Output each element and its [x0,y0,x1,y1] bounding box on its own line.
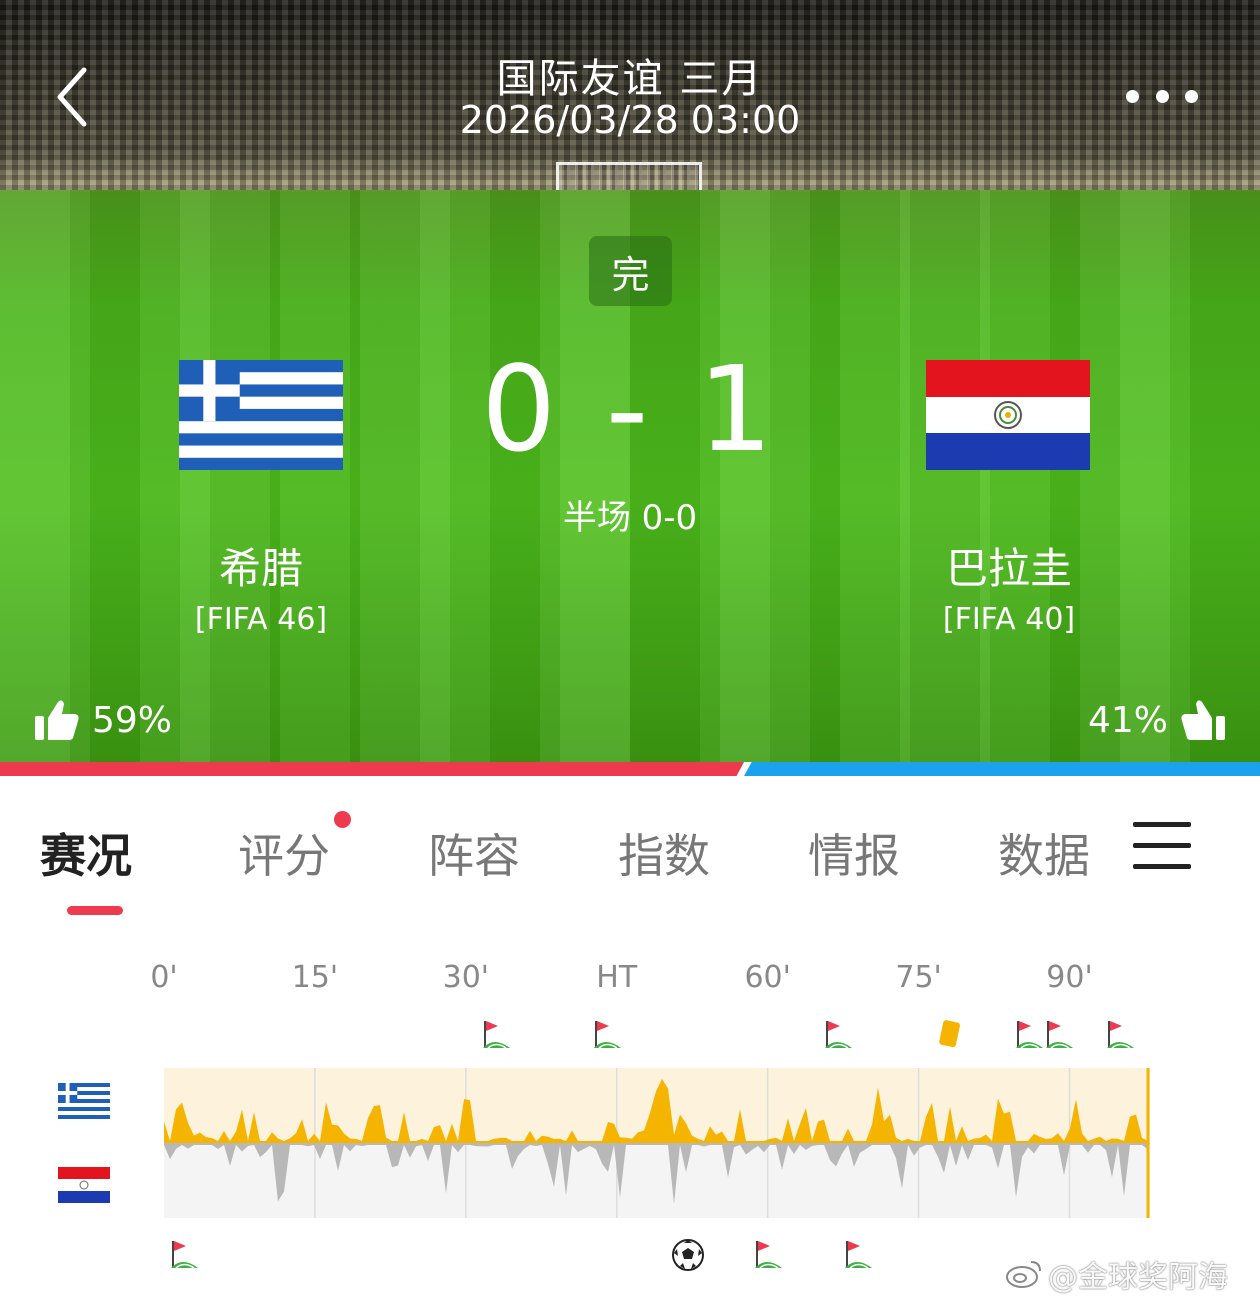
menu-button[interactable] [1133,822,1191,870]
paraguay-flag [58,1167,110,1203]
tab-bar: 赛况 评分 阵容 指数 情报 数据 [0,800,1260,910]
tab-ratings[interactable]: 评分 [238,820,330,886]
more-dot [1155,89,1169,103]
tab-lineup[interactable]: 阵容 [428,820,520,886]
away-team-name[interactable]: 巴拉圭 [859,535,1159,596]
away-vote-button[interactable]: 41% [1088,698,1226,742]
home-vote-percent: 59% [92,699,173,741]
watermark-text: @金球奖阿海 [1048,1260,1228,1295]
greece-flag [58,1083,110,1119]
away-goal-icon[interactable] [671,1238,705,1271]
home-yellow-card-icon[interactable] [933,1018,965,1050]
tab-odds[interactable]: 指数 [618,820,710,886]
home-corner-icon[interactable] [591,1018,623,1050]
score: 0 - 1 [481,340,779,478]
away-vote-percent: 41% [1087,699,1168,741]
momentum-chart[interactable] [164,1068,1150,1218]
halftime-score: 半场 0-0 [562,498,698,538]
away-corner-icon[interactable] [842,1238,874,1270]
away-team-rank: [FIFA 40] [942,602,1076,637]
vote-ratio-bar [0,762,1260,776]
goal-frame [556,162,702,190]
home-vote-fill [0,762,744,776]
timeline-tick: 30' [442,960,490,995]
timeline-tick: 60' [744,960,791,995]
timeline-tick: HT [596,960,638,995]
timeline-tick: 90' [1046,960,1093,995]
tab-intel[interactable]: 情报 [808,820,900,886]
menu-line [1133,822,1191,827]
home-vote-button[interactable]: 59% [34,698,172,742]
menu-line [1133,864,1191,869]
watermark: @金球奖阿海 [1004,1252,1228,1296]
active-tab-indicator [67,906,123,915]
home-corner-icon[interactable] [1104,1018,1136,1050]
tab-stats[interactable]: 数据 [998,820,1090,886]
match-status-badge: 完 [589,236,672,306]
menu-line [1133,843,1191,848]
match-header: 国际友谊 三月 2026/03/28 03:00 完 0 - 1 半场 0-0 [0,0,1260,762]
more-dot [1126,89,1139,103]
away-vote-fill [744,762,1260,776]
home-team-name[interactable]: 希腊 [111,535,411,596]
away-corner-icon[interactable] [168,1238,200,1270]
thumbs-up-icon [35,700,79,740]
paraguay-flag [926,360,1090,470]
thumbs-up-icon [1181,700,1225,740]
competition-title: 国际友谊 三月 [496,56,764,102]
home-team-rank: [FIFA 46] [194,602,328,637]
more-dot [1185,89,1198,103]
match-datetime: 2026/03/28 03:00 [459,98,801,142]
timeline-tick: 0' [150,960,178,995]
timeline-tick: 75' [895,960,942,995]
home-corner-icon[interactable] [1043,1018,1075,1050]
home-corner-icon[interactable] [480,1018,512,1050]
weibo-icon [1006,1261,1041,1288]
home-corner-icon[interactable] [1013,1018,1045,1050]
timeline-tick: 15' [291,960,339,995]
greece-flag [179,360,343,470]
tab-live[interactable]: 赛况 [40,820,132,886]
notification-dot [334,811,351,828]
away-corner-icon[interactable] [752,1238,784,1270]
home-corner-icon[interactable] [822,1018,854,1050]
more-button[interactable] [1126,80,1198,112]
